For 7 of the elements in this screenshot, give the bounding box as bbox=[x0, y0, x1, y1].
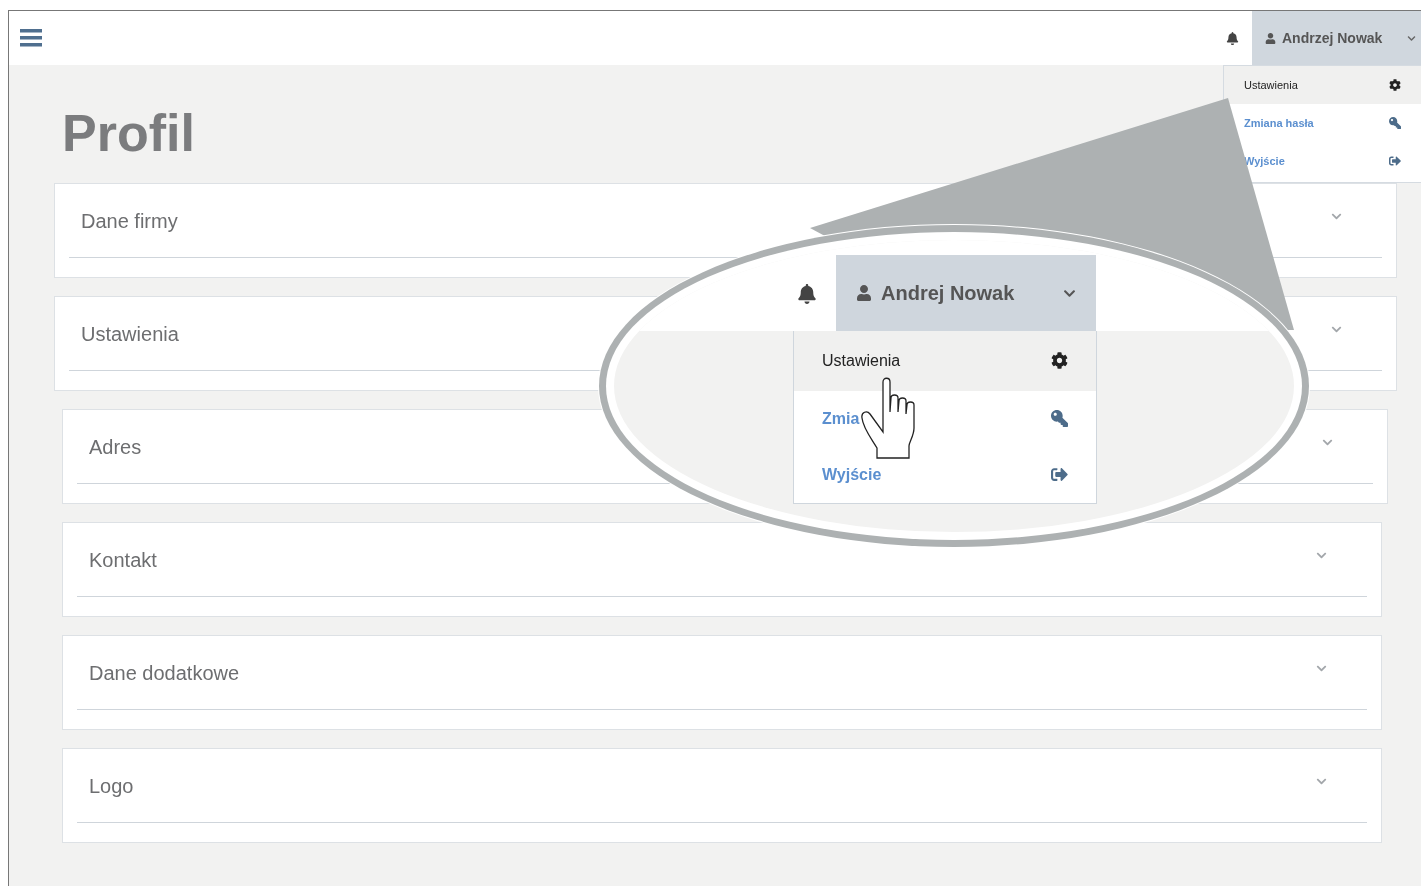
page-title: Profil bbox=[62, 107, 195, 159]
section-title: Adres bbox=[89, 434, 142, 460]
section-title: Dane dodatkowe bbox=[89, 660, 240, 686]
section-title: Dane firmy bbox=[81, 208, 178, 234]
section-title: Ustawienia bbox=[81, 321, 179, 347]
section-title: Logo bbox=[89, 773, 134, 799]
section-title: Kontakt bbox=[89, 547, 157, 573]
